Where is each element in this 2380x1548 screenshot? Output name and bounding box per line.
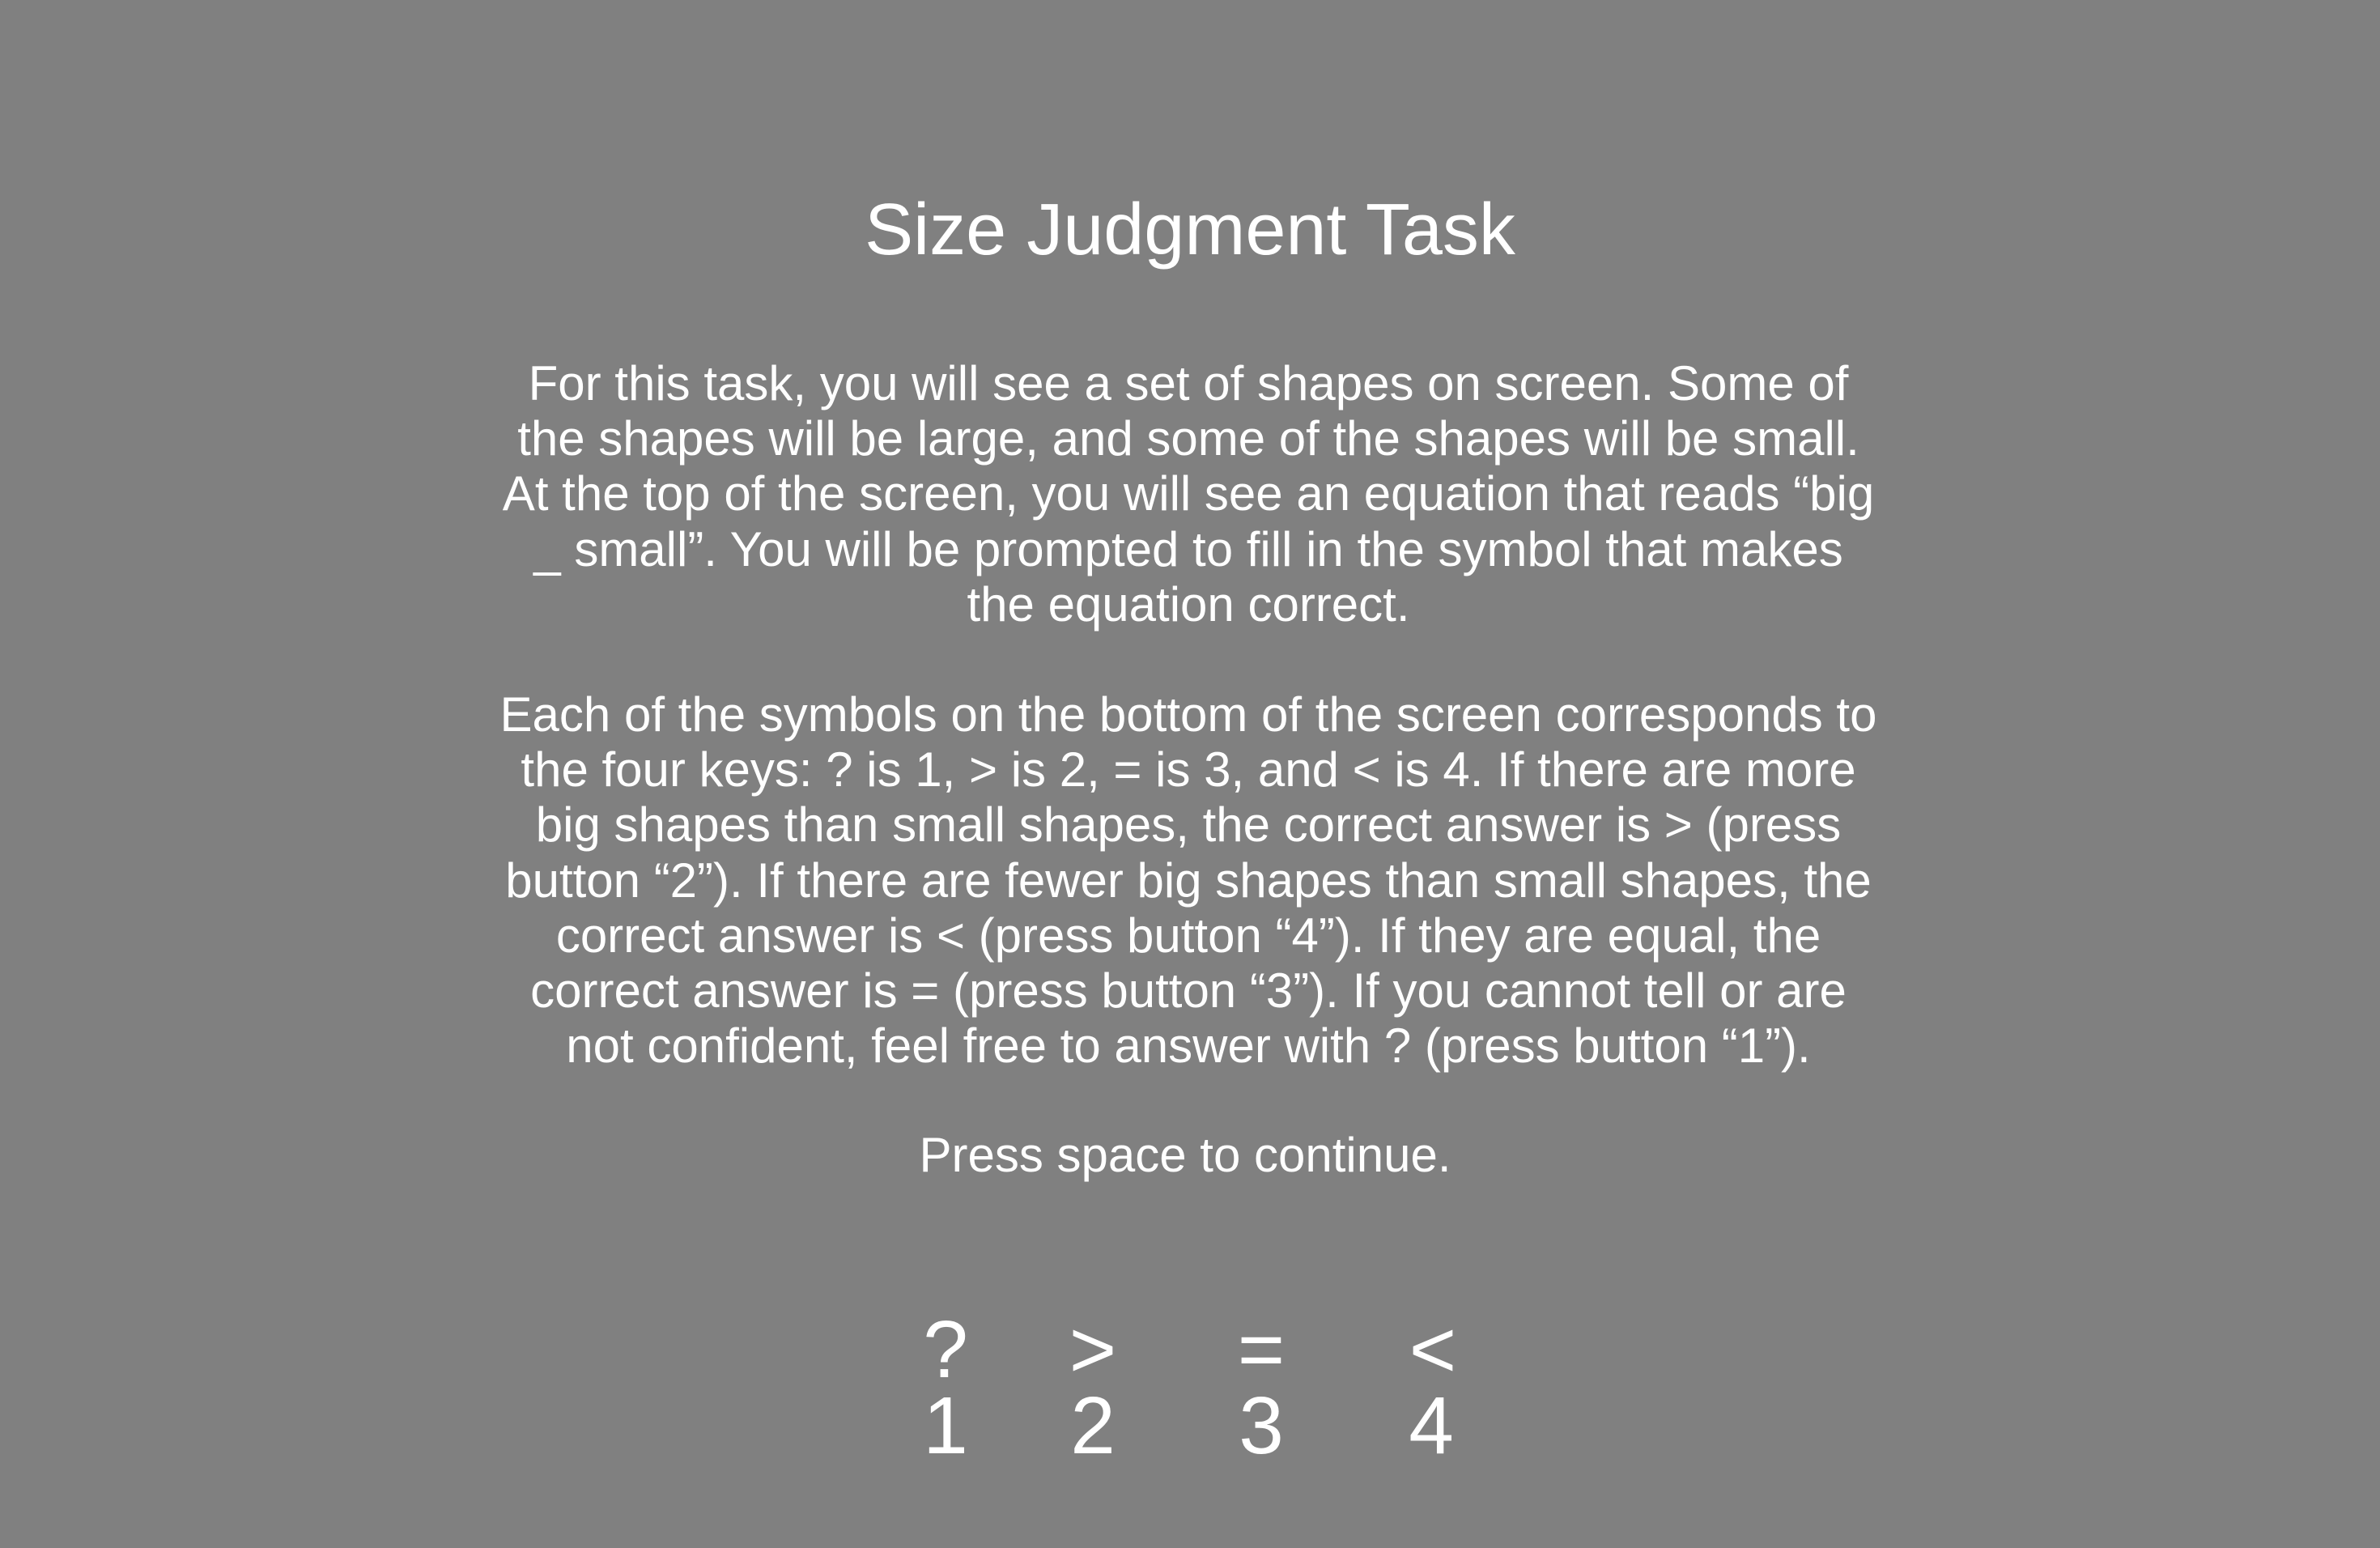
text-line: At the top of the screen, you will see a… [502, 466, 1875, 521]
continue-prompt: Press space to continue. [919, 1128, 1451, 1182]
text-line: For this task, you will see a set of sha… [528, 356, 1849, 410]
key-number-2: 2 [1070, 1380, 1116, 1471]
page-title: Size Judgment Task [865, 189, 1515, 270]
text-line: correct answer is < (press button “4”). … [555, 908, 1821, 963]
text-line: Each of the symbols on the bottom of the… [499, 687, 1877, 742]
text-line: big shapes than small shapes, the correc… [535, 797, 1842, 853]
text-line: correct answer is = (press button “3”). … [530, 963, 1847, 1019]
text-line: the four keys: ? is 1, > is 2, = is 3, a… [521, 742, 1856, 797]
instructions-paragraph-1: For this task, you will see a set of sha… [0, 356, 2378, 632]
text-line: button “2”). If there are fewer big shap… [505, 853, 1872, 908]
key-symbol-unsure: ? [923, 1304, 968, 1395]
key-symbol-greater: > [1069, 1304, 1117, 1395]
text-line: not confident, feel free to answer with … [566, 1019, 1811, 1074]
instructions-paragraph-2: Each of the symbols on the bottom of the… [0, 687, 2378, 1074]
key-number-4: 4 [1409, 1380, 1454, 1471]
text-line: the shapes will be large, and some of th… [517, 411, 1859, 466]
key-symbol-equal: = [1237, 1304, 1286, 1395]
key-number-1: 1 [923, 1380, 968, 1471]
text-line: _ small”. You will be prompted to fill i… [533, 521, 1843, 576]
key-symbol-less: < [1409, 1304, 1457, 1395]
key-number-3: 3 [1239, 1380, 1284, 1471]
text-line: the equation correct. [967, 576, 1410, 632]
